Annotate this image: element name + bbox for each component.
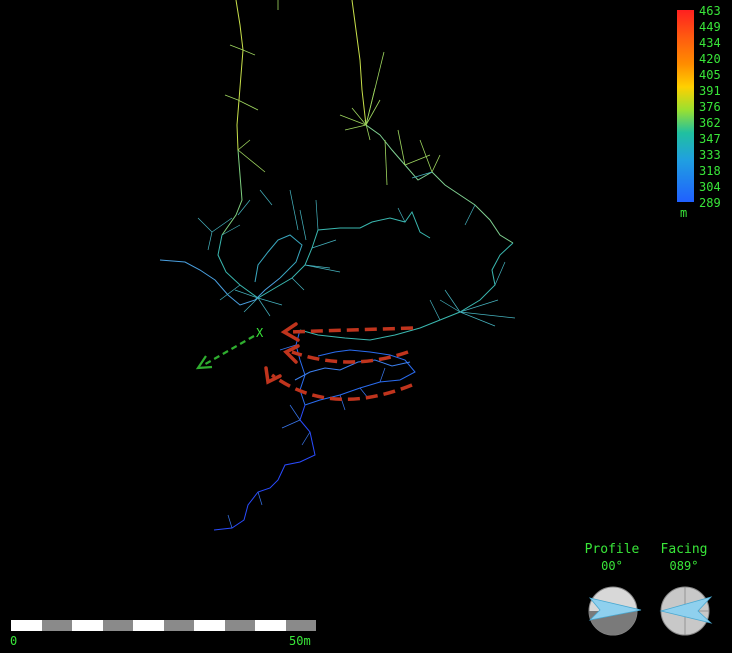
profile-indicator	[588, 586, 642, 636]
entrance-marker: X	[256, 326, 264, 340]
facing-title: Facing	[660, 542, 708, 557]
survey-west-branch	[159, 259, 281, 306]
legend-label: 333	[699, 148, 721, 162]
survey-lower-passage	[213, 404, 316, 531]
legend-label: 347	[699, 132, 721, 146]
legend-label: 318	[699, 164, 721, 178]
legend-label: 391	[699, 84, 721, 98]
survey-shaft-right	[351, 0, 367, 126]
legend-label: 362	[699, 116, 721, 130]
legend-label: 304	[699, 180, 721, 194]
legend-unit: m	[680, 206, 688, 220]
profile-title: Profile	[584, 542, 640, 557]
legend-label: 420	[699, 52, 721, 66]
survey-shaft-left	[235, 0, 244, 151]
scale-end-label: 50m	[289, 634, 311, 648]
green-direction-arrow	[201, 335, 255, 367]
annotation-arrow-lower	[270, 373, 413, 402]
legend-label: 376	[699, 100, 721, 114]
legend-label: 449	[699, 20, 721, 34]
legend-label: 405	[699, 68, 721, 82]
survey-east-branch	[299, 242, 514, 341]
survey-shaft-left-lower	[221, 149, 243, 236]
legend-label: 289	[699, 196, 721, 210]
profile-value: 00°	[601, 559, 623, 573]
depth-color-bar	[677, 10, 694, 202]
legend-label: 434	[699, 36, 721, 50]
survey-shaft-right-lower	[365, 124, 514, 244]
scale-bar	[11, 620, 316, 631]
facing-compass	[659, 586, 713, 636]
annotation-arrow-middle	[291, 350, 409, 364]
legend-label: 463	[699, 4, 721, 18]
scale-start-label: 0	[10, 634, 18, 648]
facing-value: 089°	[669, 559, 699, 573]
survey-mid-loop	[217, 210, 431, 299]
